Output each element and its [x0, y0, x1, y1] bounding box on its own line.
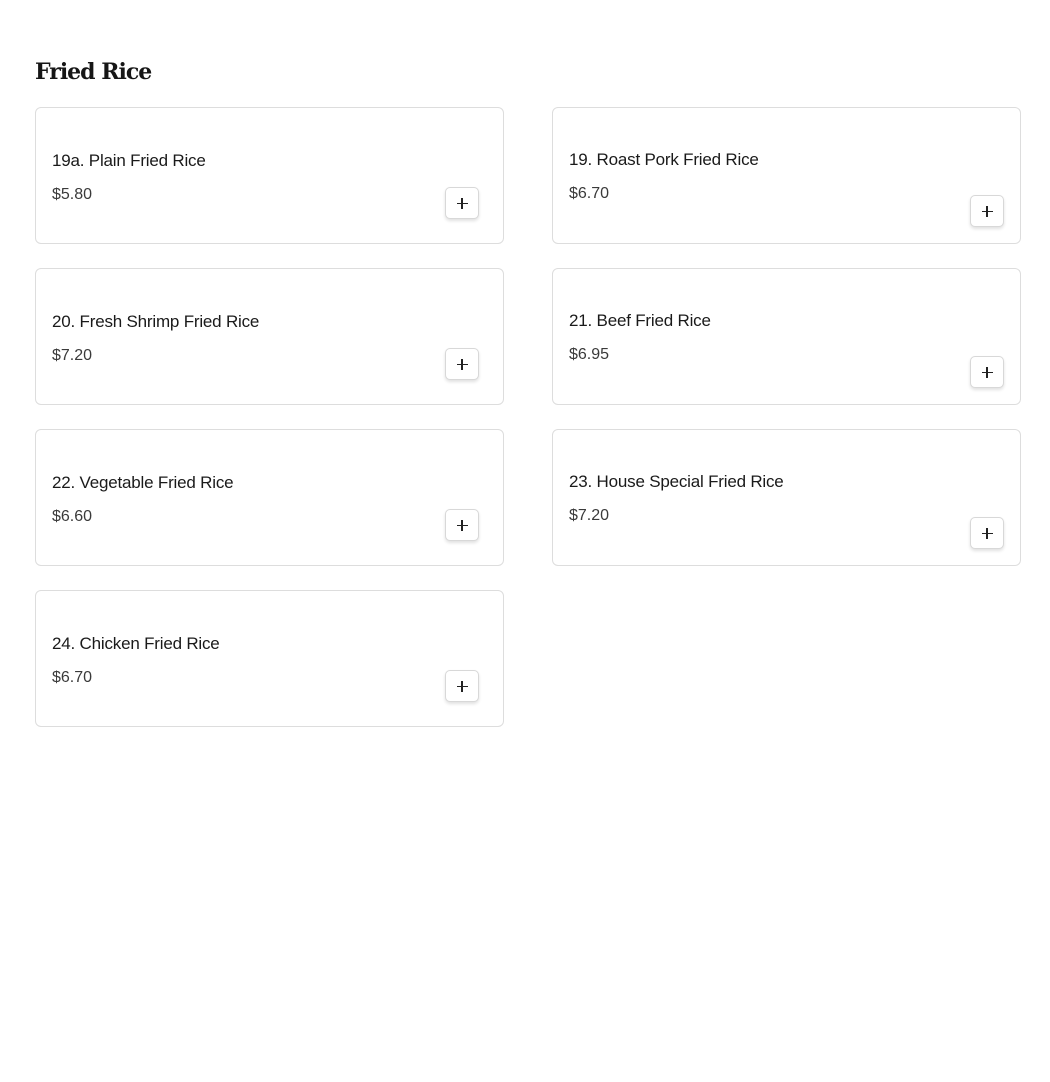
menu-item-card[interactable]: 22. Vegetable Fried Rice $6.60: [35, 429, 504, 566]
add-to-cart-button[interactable]: [970, 517, 1004, 549]
item-price: $6.95: [569, 346, 610, 363]
item-price: $6.70: [52, 669, 93, 686]
menu-item-grid: 19a. Plain Fried Rice $5.80 19. Roast Po…: [35, 107, 1021, 727]
item-name: 23. House Special Fried Rice: [569, 472, 784, 491]
item-name: 19. Roast Pork Fried Rice: [569, 150, 759, 169]
add-to-cart-button[interactable]: [445, 670, 479, 702]
item-price: $7.20: [52, 347, 93, 364]
item-price: $6.70: [569, 185, 610, 202]
item-price: $5.80: [52, 186, 93, 203]
add-to-cart-button[interactable]: [970, 195, 1004, 227]
plus-icon: [981, 366, 993, 378]
menu-section-fried-rice: Fried Rice 19a. Plain Fried Rice $5.80 1…: [35, 56, 1021, 727]
section-title: Fried Rice: [35, 59, 152, 85]
item-price: $6.60: [52, 508, 93, 525]
item-name: 21. Beef Fried Rice: [569, 311, 711, 330]
item-name: 22. Vegetable Fried Rice: [52, 473, 234, 492]
add-to-cart-button[interactable]: [445, 187, 479, 219]
add-to-cart-button[interactable]: [445, 509, 479, 541]
plus-icon: [981, 205, 993, 217]
menu-item-card[interactable]: 20. Fresh Shrimp Fried Rice $7.20: [35, 268, 504, 405]
add-to-cart-button[interactable]: [445, 348, 479, 380]
menu-item-card[interactable]: 24. Chicken Fried Rice $6.70: [35, 590, 504, 727]
plus-icon: [456, 358, 468, 370]
plus-icon: [981, 527, 993, 539]
menu-item-card[interactable]: 21. Beef Fried Rice $6.95: [552, 268, 1021, 405]
plus-icon: [456, 197, 468, 209]
item-name: 24. Chicken Fried Rice: [52, 634, 220, 653]
plus-icon: [456, 680, 468, 692]
plus-icon: [456, 519, 468, 531]
item-name: 20. Fresh Shrimp Fried Rice: [52, 312, 260, 331]
menu-item-card[interactable]: 19. Roast Pork Fried Rice $6.70: [552, 107, 1021, 244]
menu-item-card[interactable]: 23. House Special Fried Rice $7.20: [552, 429, 1021, 566]
item-name: 19a. Plain Fried Rice: [52, 151, 206, 170]
add-to-cart-button[interactable]: [970, 356, 1004, 388]
menu-item-card[interactable]: 19a. Plain Fried Rice $5.80: [35, 107, 504, 244]
item-price: $7.20: [569, 507, 610, 524]
